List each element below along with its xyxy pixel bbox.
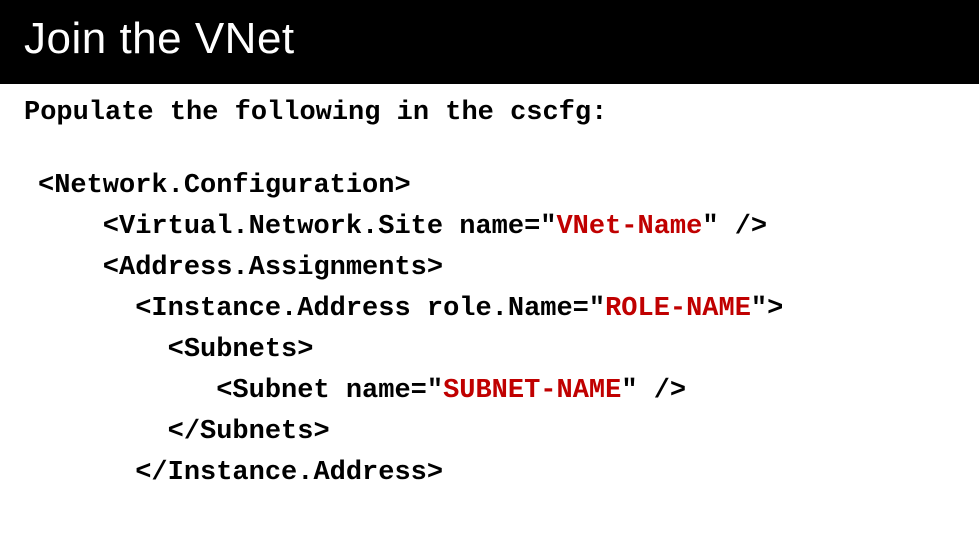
slide-body: Populate the following in the cscfg: <Ne… <box>0 84 979 494</box>
code-line-4a: <Instance.Address role.Name=" <box>38 294 605 324</box>
slide-title: Join the VNet <box>24 14 955 64</box>
code-line-6c: " /> <box>621 376 686 406</box>
code-line-8: </Instance.Address> <box>38 458 443 488</box>
code-line-5: <Subnets> <box>38 335 313 365</box>
code-block: <Network.Configuration> <Virtual.Network… <box>24 166 955 494</box>
code-line-7: </Subnets> <box>38 417 330 447</box>
code-line-1: <Network.Configuration> <box>38 171 411 201</box>
code-line-6a: <Subnet name=" <box>38 376 443 406</box>
code-line-3: <Address.Assignments> <box>38 253 443 283</box>
code-line-4c: "> <box>751 294 783 324</box>
intro-text: Populate the following in the cscfg: <box>24 98 955 128</box>
placeholder-subnet-name: SUBNET-NAME <box>443 376 621 406</box>
placeholder-vnet-name: VNet-Name <box>556 212 702 242</box>
code-line-2a: <Virtual.Network.Site name=" <box>38 212 556 242</box>
code-line-2c: " /> <box>702 212 767 242</box>
title-bar: Join the VNet <box>0 0 979 84</box>
placeholder-role-name: ROLE-NAME <box>605 294 751 324</box>
slide: Join the VNet Populate the following in … <box>0 0 979 551</box>
